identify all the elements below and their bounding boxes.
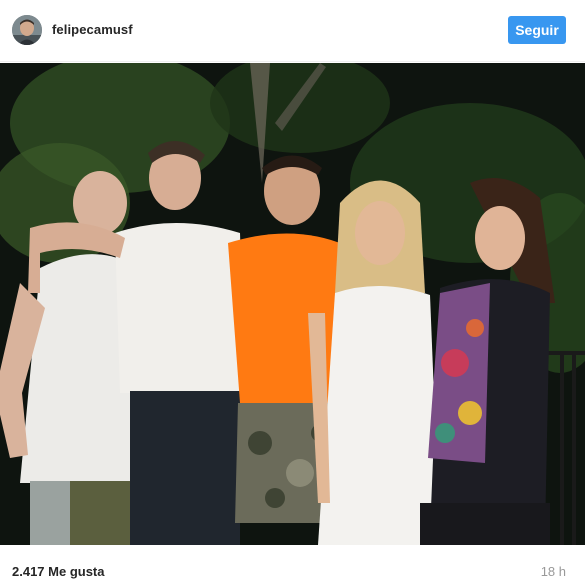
avatar[interactable]	[12, 15, 42, 45]
post-timestamp[interactable]: 18 h	[541, 564, 566, 579]
group-photo-image	[0, 63, 585, 545]
follow-button[interactable]: Seguir	[508, 16, 566, 44]
username[interactable]: felipecamusf	[52, 22, 133, 37]
post-footer: 2.417 Me gusta 18 h	[0, 545, 585, 585]
instagram-post: felipecamusf Seguir 2.417 Me gusta 18 h	[0, 0, 585, 585]
post-header: felipecamusf Seguir	[0, 0, 585, 62]
post-photo[interactable]	[0, 63, 585, 545]
likes-count[interactable]: 2.417 Me gusta	[12, 564, 105, 579]
